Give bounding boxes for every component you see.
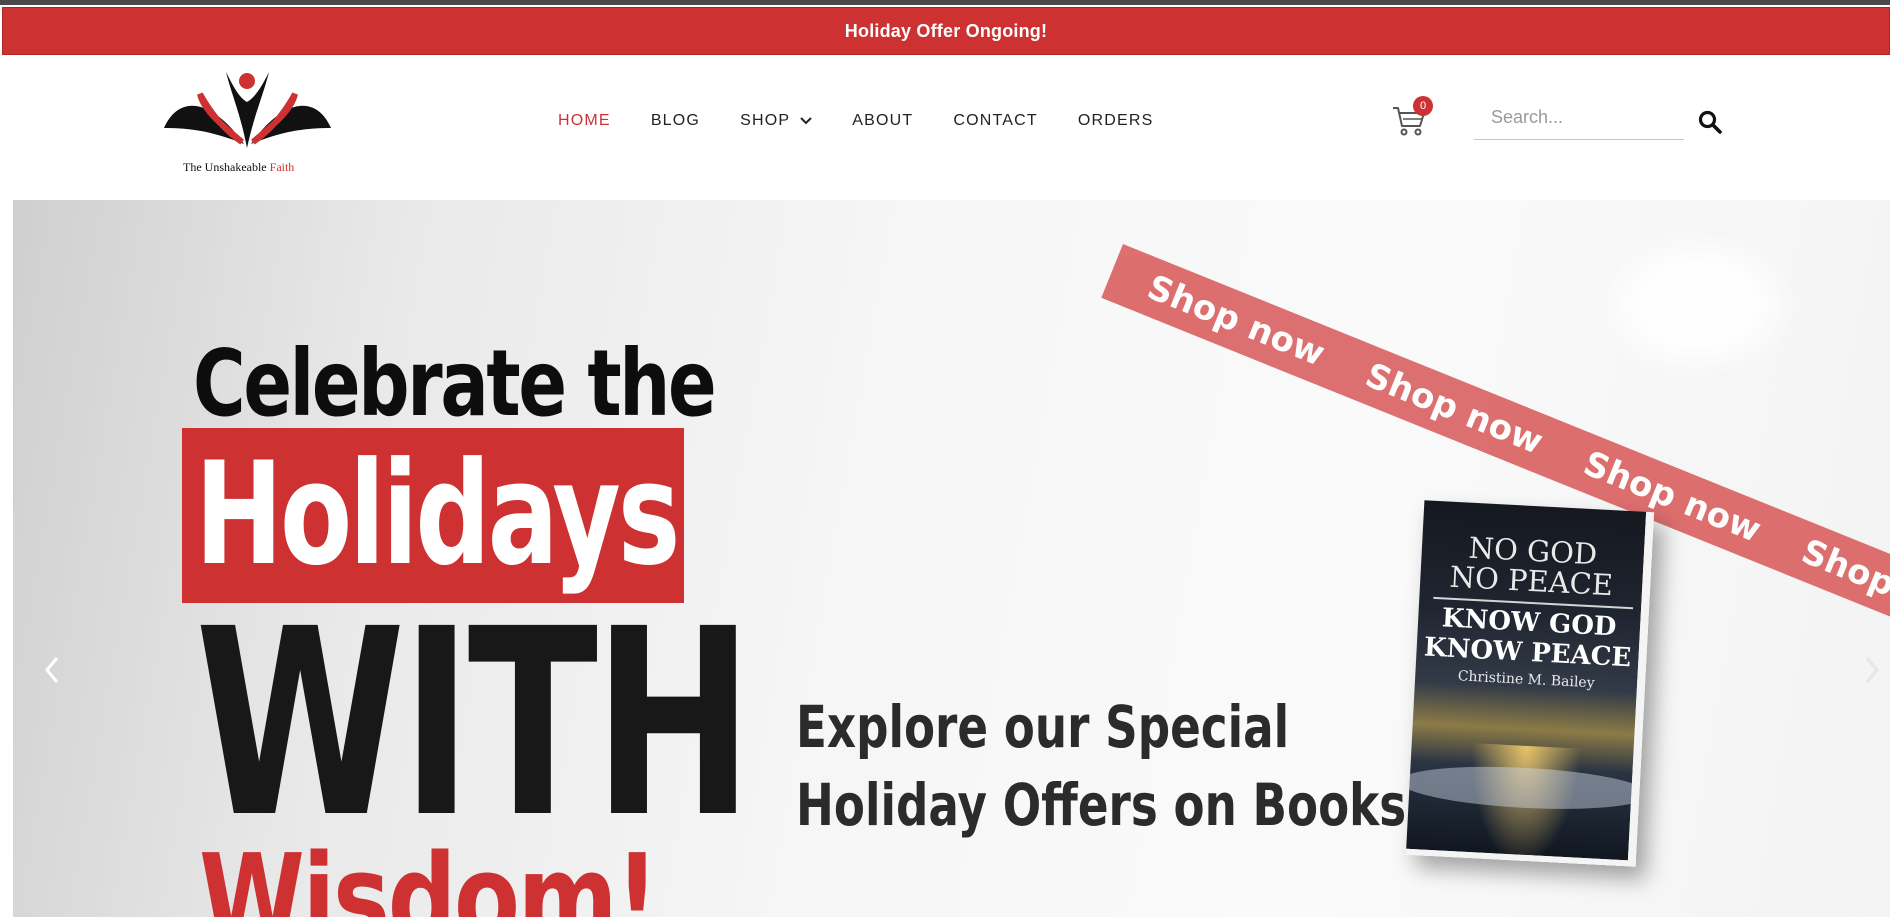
chevron-down-icon — [800, 117, 812, 125]
nav-shop[interactable]: SHOP — [740, 112, 812, 130]
search-box — [1474, 96, 1684, 140]
chevron-left-icon[interactable] — [41, 655, 65, 685]
cart-count-badge: 0 — [1413, 96, 1433, 116]
hero-subtext-line-2: Holiday Offers on Books. — [796, 771, 1424, 839]
search-input[interactable] — [1474, 96, 1684, 138]
hero-headline-3: WITH — [195, 574, 753, 874]
book-cover-wave — [1405, 761, 1651, 815]
nav-shop-label: SHOP — [740, 112, 791, 129]
ribbon-text-1: Shop now — [1141, 267, 1331, 375]
nav-home-label: HOME — [558, 112, 611, 129]
book-subtitle: KNOW GOD KNOW PEACE — [1416, 602, 1641, 674]
hero-headline-2: Holidays — [195, 432, 680, 597]
hero-headline-1: Celebrate the — [193, 330, 717, 437]
book-title: NO GOD NO PEACE — [1420, 530, 1645, 603]
logo-figure-head — [239, 73, 255, 89]
nav-orders-label: ORDERS — [1077, 112, 1154, 129]
nav-blog-label: BLOG — [650, 112, 701, 129]
announcement-bar: Holiday Offer Ongoing! — [2, 7, 1890, 55]
ribbon-glow — [1593, 230, 1803, 380]
nav-about-label: ABOUT — [852, 112, 914, 129]
nav-orders[interactable]: ORDERS — [1078, 112, 1154, 130]
hero-slider: Shop now Shop now Shop now Shop now Cele… — [13, 200, 1890, 917]
book-cover[interactable]: NO GOD NO PEACE KNOW GOD KNOW PEACE Chri… — [1405, 500, 1655, 867]
hero-subtext-line-1: Explore our Special — [796, 693, 1290, 761]
chevron-right-icon[interactable] — [1859, 655, 1883, 685]
nav-home[interactable]: HOME — [558, 112, 611, 130]
logo-accent: Faith — [269, 160, 295, 174]
site-header: The Unshakeable Faith HOME BLOG SHOP ABO… — [0, 58, 1890, 200]
ribbon-text-2: Shop now — [1359, 355, 1549, 463]
logo-name: The Unshakeable — [183, 160, 267, 174]
ribbon-text-4: Shop now — [1795, 531, 1890, 639]
nav-contact[interactable]: CONTACT — [953, 112, 1038, 130]
nav-contact-label: CONTACT — [953, 112, 1038, 129]
main-nav: HOME BLOG SHOP ABOUT CONTACT ORDERS — [558, 112, 1194, 130]
nav-blog[interactable]: BLOG — [651, 112, 700, 130]
search-icon[interactable] — [1697, 109, 1723, 135]
hero-subtext: Explore our Special Holiday Offers on Bo… — [796, 688, 1423, 844]
nav-about[interactable]: ABOUT — [852, 112, 913, 130]
announcement-text: Holiday Offer Ongoing! — [844, 20, 1048, 41]
browser-top-edge — [0, 0, 1890, 5]
hero-headline-4: Wisdom! — [199, 830, 659, 917]
logo-wordmark: The Unshakeable Faith — [183, 160, 294, 175]
